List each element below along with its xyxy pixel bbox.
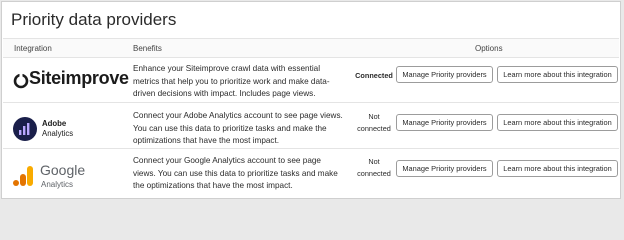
provider-row-siteimprove: Siteimprove Enhance your Siteimprove cra… (3, 59, 619, 103)
status-badge: Not connected (357, 157, 391, 178)
column-header-options: Options (475, 44, 503, 53)
siteimprove-logo-text: Siteimprove (29, 68, 129, 88)
column-header-benefits: Benefits (133, 44, 162, 53)
google-analytics-logo-icon: Google Analytics (13, 161, 93, 189)
table-header: Integration Benefits Options (3, 38, 619, 58)
provider-row-google-analytics: Google Analytics Connect your Google Ana… (3, 150, 619, 200)
column-header-integration: Integration (14, 44, 52, 53)
adobe-logo-text: Adobe (42, 119, 67, 128)
learn-more-button[interactable]: Learn more about this integration (497, 66, 618, 83)
google-analytics-mark-icon (13, 166, 33, 186)
manage-priority-providers-button[interactable]: Manage Priority providers (396, 114, 493, 131)
page-title: Priority data providers (11, 10, 177, 29)
siteimprove-logo-icon: Siteimprove (13, 68, 129, 92)
status-badge: Not connected (357, 112, 391, 133)
learn-more-button[interactable]: Learn more about this integration (497, 160, 618, 177)
manage-priority-providers-button[interactable]: Manage Priority providers (396, 160, 493, 177)
manage-priority-providers-button[interactable]: Manage Priority providers (396, 66, 493, 83)
siteimprove-mark-icon (13, 73, 29, 89)
google-logo-text: Google (40, 162, 86, 178)
adobe-analytics-logo-icon: Adobe Analytics (13, 116, 93, 142)
benefit-text: Connect your Google Analytics account to… (133, 156, 338, 190)
google-logo-subtext: Analytics (41, 180, 74, 189)
adobe-logo-subtext: Analytics (42, 129, 74, 138)
adobe-analytics-mark-icon (13, 117, 37, 141)
status-badge: Connected (355, 71, 393, 80)
benefit-text: Connect your Adobe Analytics account to … (133, 111, 343, 145)
priority-data-providers-panel: Priority data providers Integration Bene… (1, 1, 621, 199)
benefit-text: Enhance your Siteimprove crawl data with… (133, 64, 330, 98)
learn-more-button[interactable]: Learn more about this integration (497, 114, 618, 131)
provider-row-adobe-analytics: Adobe Analytics Connect your Adobe Analy… (3, 105, 619, 149)
